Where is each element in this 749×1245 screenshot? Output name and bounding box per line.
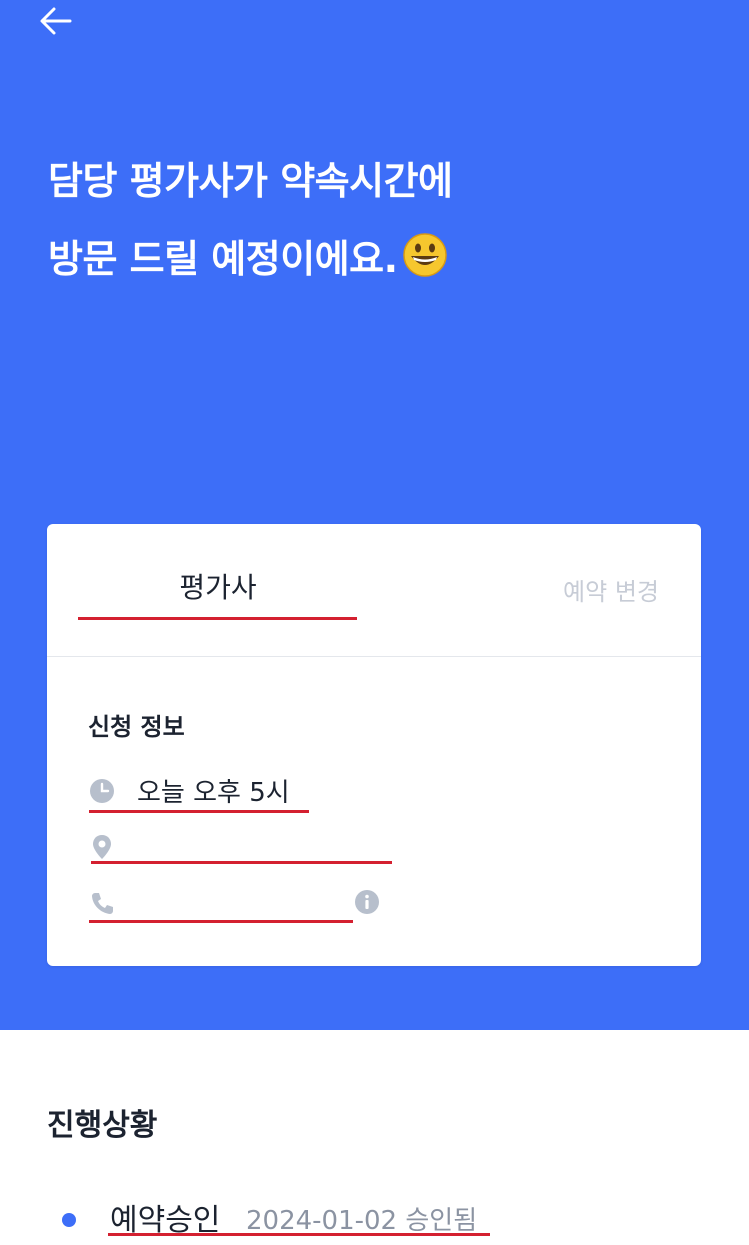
progress-section-title: 진행상황 xyxy=(47,1108,158,1143)
grinning-face-emoji-icon xyxy=(402,226,448,304)
progress-underline xyxy=(108,1233,490,1236)
back-button[interactable] xyxy=(34,0,78,44)
info-row-phone xyxy=(89,882,389,922)
progress-status-dot xyxy=(62,1213,76,1227)
hero-banner: 담당 평가사가 약속시간에 방문 드릴 예정이에요. 평가사 예약 변경 신청 … xyxy=(0,0,749,1030)
page-headline: 담당 평가사가 약속시간에 방문 드릴 예정이에요. xyxy=(48,142,453,304)
phone-underline xyxy=(89,920,353,923)
arrow-left-icon xyxy=(40,7,72,35)
card-tab-bar: 평가사 예약 변경 xyxy=(47,524,701,657)
application-info-section: 신청 정보 xyxy=(47,657,701,741)
phone-icon xyxy=(92,893,113,914)
location-pin-icon xyxy=(93,835,111,859)
time-underline xyxy=(89,810,309,813)
headline-line-1: 담당 평가사가 약속시간에 xyxy=(48,159,453,203)
info-row-location xyxy=(89,826,389,866)
location-underline xyxy=(91,861,392,864)
info-icon xyxy=(355,890,379,914)
tab-appraiser[interactable]: 평가사 xyxy=(47,566,389,606)
tab-active-underline xyxy=(78,617,357,620)
change-reservation-button[interactable]: 예약 변경 xyxy=(563,572,659,607)
headline-line-2: 방문 드릴 예정이에요. xyxy=(48,220,453,304)
info-row-time: 오늘 오후 5시 xyxy=(89,770,389,810)
phone-info-button[interactable] xyxy=(355,890,379,914)
appraiser-card: 평가사 예약 변경 신청 정보 오늘 오후 5시 xyxy=(47,524,701,966)
clock-icon xyxy=(90,779,114,803)
headline-line-2-text: 방문 드릴 예정이에요. xyxy=(48,237,398,281)
reservation-time: 오늘 오후 5시 xyxy=(137,778,290,808)
progress-item-date: 2024-01-02 승인됨 xyxy=(246,1206,478,1236)
application-info-title: 신청 정보 xyxy=(88,713,185,741)
